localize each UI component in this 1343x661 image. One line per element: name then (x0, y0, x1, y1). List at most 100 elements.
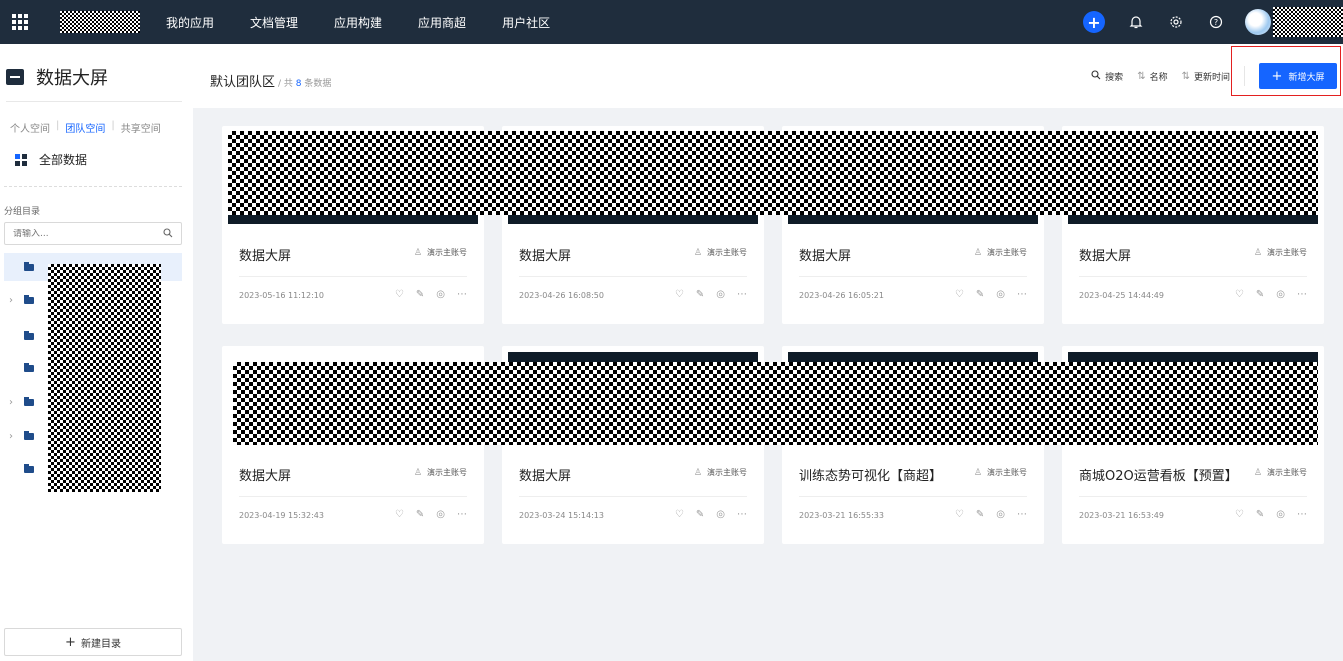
tab-team-space[interactable]: 团队空间 (65, 120, 105, 135)
plus-icon: + (65, 634, 76, 650)
new-directory-button[interactable]: + 新建目录 (4, 628, 182, 656)
more-icon[interactable]: ⋯ (1017, 509, 1027, 520)
eye-icon[interactable]: ◎ (1276, 509, 1285, 520)
search-label: 搜索 (1105, 72, 1124, 83)
nav-item-app-build[interactable]: 应用构建 (334, 14, 382, 31)
tree-labels-redacted (48, 264, 161, 492)
divider (799, 276, 1027, 277)
edit-icon[interactable]: ✎ (696, 509, 704, 520)
divider (239, 276, 467, 277)
search-button[interactable]: 搜索 (1091, 69, 1124, 83)
heart-icon[interactable]: ♡ (395, 509, 404, 520)
heart-icon[interactable]: ♡ (955, 289, 964, 300)
bell-icon[interactable] (1125, 11, 1147, 33)
heart-icon[interactable]: ♡ (1235, 509, 1244, 520)
apps-grid-icon[interactable] (0, 0, 40, 44)
more-icon[interactable]: ⋯ (457, 509, 467, 520)
heart-icon[interactable]: ♡ (1235, 289, 1244, 300)
edit-icon[interactable]: ✎ (1256, 289, 1264, 300)
username-redacted[interactable] (1273, 7, 1343, 37)
eye-icon[interactable]: ◎ (716, 289, 725, 300)
sort-by-time[interactable]: ⇅ 更新时间 (1182, 70, 1230, 83)
eye-icon[interactable]: ◎ (1276, 289, 1285, 300)
all-data-label: 全部数据 (39, 153, 88, 167)
screen-icon (6, 69, 24, 85)
more-icon[interactable]: ⋯ (1017, 289, 1027, 300)
card-owner-name: 演示主账号 (427, 468, 467, 477)
card-owner: ♙ 演示主账号 (974, 467, 1027, 478)
content-header: 默认团队区 / 共 8 条数据 搜索 ⇅ 名称 ⇅ 更新时间 + 新增大屏 (193, 44, 1343, 108)
card-title[interactable]: 数据大屏 (239, 465, 291, 484)
card-owner: ♙ 演示主账号 (694, 247, 747, 258)
add-screen-button[interactable]: + 新增大屏 (1231, 46, 1341, 96)
group-search-input[interactable] (13, 228, 143, 239)
card-title[interactable]: 数据大屏 (1079, 245, 1131, 264)
card-date: 2023-03-21 16:53:49 (1079, 511, 1164, 520)
card-owner-name: 演示主账号 (427, 248, 467, 257)
tab-separator: | (56, 120, 60, 131)
tab-personal-space[interactable]: 个人空间 (10, 120, 50, 135)
edit-icon[interactable]: ✎ (416, 289, 424, 300)
card-owner-name: 演示主账号 (707, 468, 747, 477)
card-date: 2023-04-25 14:44:49 (1079, 291, 1164, 300)
thumbnail-redaction (228, 131, 1318, 215)
card-title[interactable]: 数据大屏 (239, 245, 291, 264)
card-date: 2023-04-26 16:08:50 (519, 291, 604, 300)
chevron-right-icon[interactable]: › (4, 295, 18, 306)
card-owner-name: 演示主账号 (1267, 468, 1307, 477)
chevron-right-icon[interactable]: › (4, 431, 18, 442)
thumbnail-redaction (233, 362, 1318, 445)
sidebar-title: 数据大屏 (6, 64, 108, 90)
card-title[interactable]: 数据大屏 (519, 465, 571, 484)
nav-item-community[interactable]: 用户社区 (502, 14, 550, 31)
eye-icon[interactable]: ◎ (996, 289, 1005, 300)
edit-icon[interactable]: ✎ (1256, 509, 1264, 520)
edit-icon[interactable]: ✎ (976, 509, 984, 520)
more-icon[interactable]: ⋯ (457, 289, 467, 300)
nav-item-docs[interactable]: 文档管理 (250, 14, 298, 31)
eye-icon[interactable]: ◎ (436, 289, 445, 300)
plus-icon: + (1271, 68, 1283, 84)
more-icon[interactable]: ⋯ (1297, 509, 1307, 520)
all-data-item[interactable]: 全部数据 (15, 151, 87, 168)
card-title[interactable]: 数据大屏 (799, 245, 851, 264)
nav-item-my-apps[interactable]: 我的应用 (166, 14, 214, 31)
search-icon[interactable] (163, 227, 173, 241)
avatar[interactable] (1245, 9, 1271, 35)
help-icon[interactable]: ? (1205, 11, 1227, 33)
card-title[interactable]: 商城O2O运营看板【预置】 (1079, 465, 1238, 484)
eye-icon[interactable]: ◎ (996, 509, 1005, 520)
chevron-right-icon[interactable]: › (4, 397, 18, 408)
folder-icon (24, 362, 34, 372)
heart-icon[interactable]: ♡ (395, 289, 404, 300)
divider (1244, 66, 1245, 86)
gear-icon[interactable] (1165, 11, 1187, 33)
more-icon[interactable]: ⋯ (737, 509, 747, 520)
edit-icon[interactable]: ✎ (976, 289, 984, 300)
sidebar-title-text: 数据大屏 (36, 68, 108, 89)
card-title[interactable]: 数据大屏 (519, 245, 571, 264)
divider (4, 186, 182, 187)
edit-icon[interactable]: ✎ (416, 509, 424, 520)
more-icon[interactable]: ⋯ (737, 289, 747, 300)
card-owner: ♙ 演示主账号 (694, 467, 747, 478)
edit-icon[interactable]: ✎ (696, 289, 704, 300)
card-date: 2023-03-21 16:55:33 (799, 511, 884, 520)
search-icon (1091, 69, 1101, 83)
heart-icon[interactable]: ♡ (955, 509, 964, 520)
heart-icon[interactable]: ♡ (675, 509, 684, 520)
user-icon: ♙ (413, 247, 422, 258)
eye-icon[interactable]: ◎ (716, 509, 725, 520)
eye-icon[interactable]: ◎ (436, 509, 445, 520)
tab-shared-space[interactable]: 共享空间 (121, 120, 161, 135)
plus-icon[interactable]: + (1083, 11, 1105, 33)
nav-item-app-store[interactable]: 应用商超 (418, 14, 466, 31)
card-owner: ♙ 演示主账号 (1254, 467, 1307, 478)
sort-by-name[interactable]: ⇅ 名称 (1137, 70, 1167, 83)
more-icon[interactable]: ⋯ (1297, 289, 1307, 300)
sort-icon: ⇅ (1181, 70, 1190, 82)
user-icon: ♙ (413, 467, 422, 478)
page-title: 默认团队区 (210, 75, 276, 90)
heart-icon[interactable]: ♡ (675, 289, 684, 300)
card-title[interactable]: 训练态势可视化【商超】 (799, 465, 942, 484)
